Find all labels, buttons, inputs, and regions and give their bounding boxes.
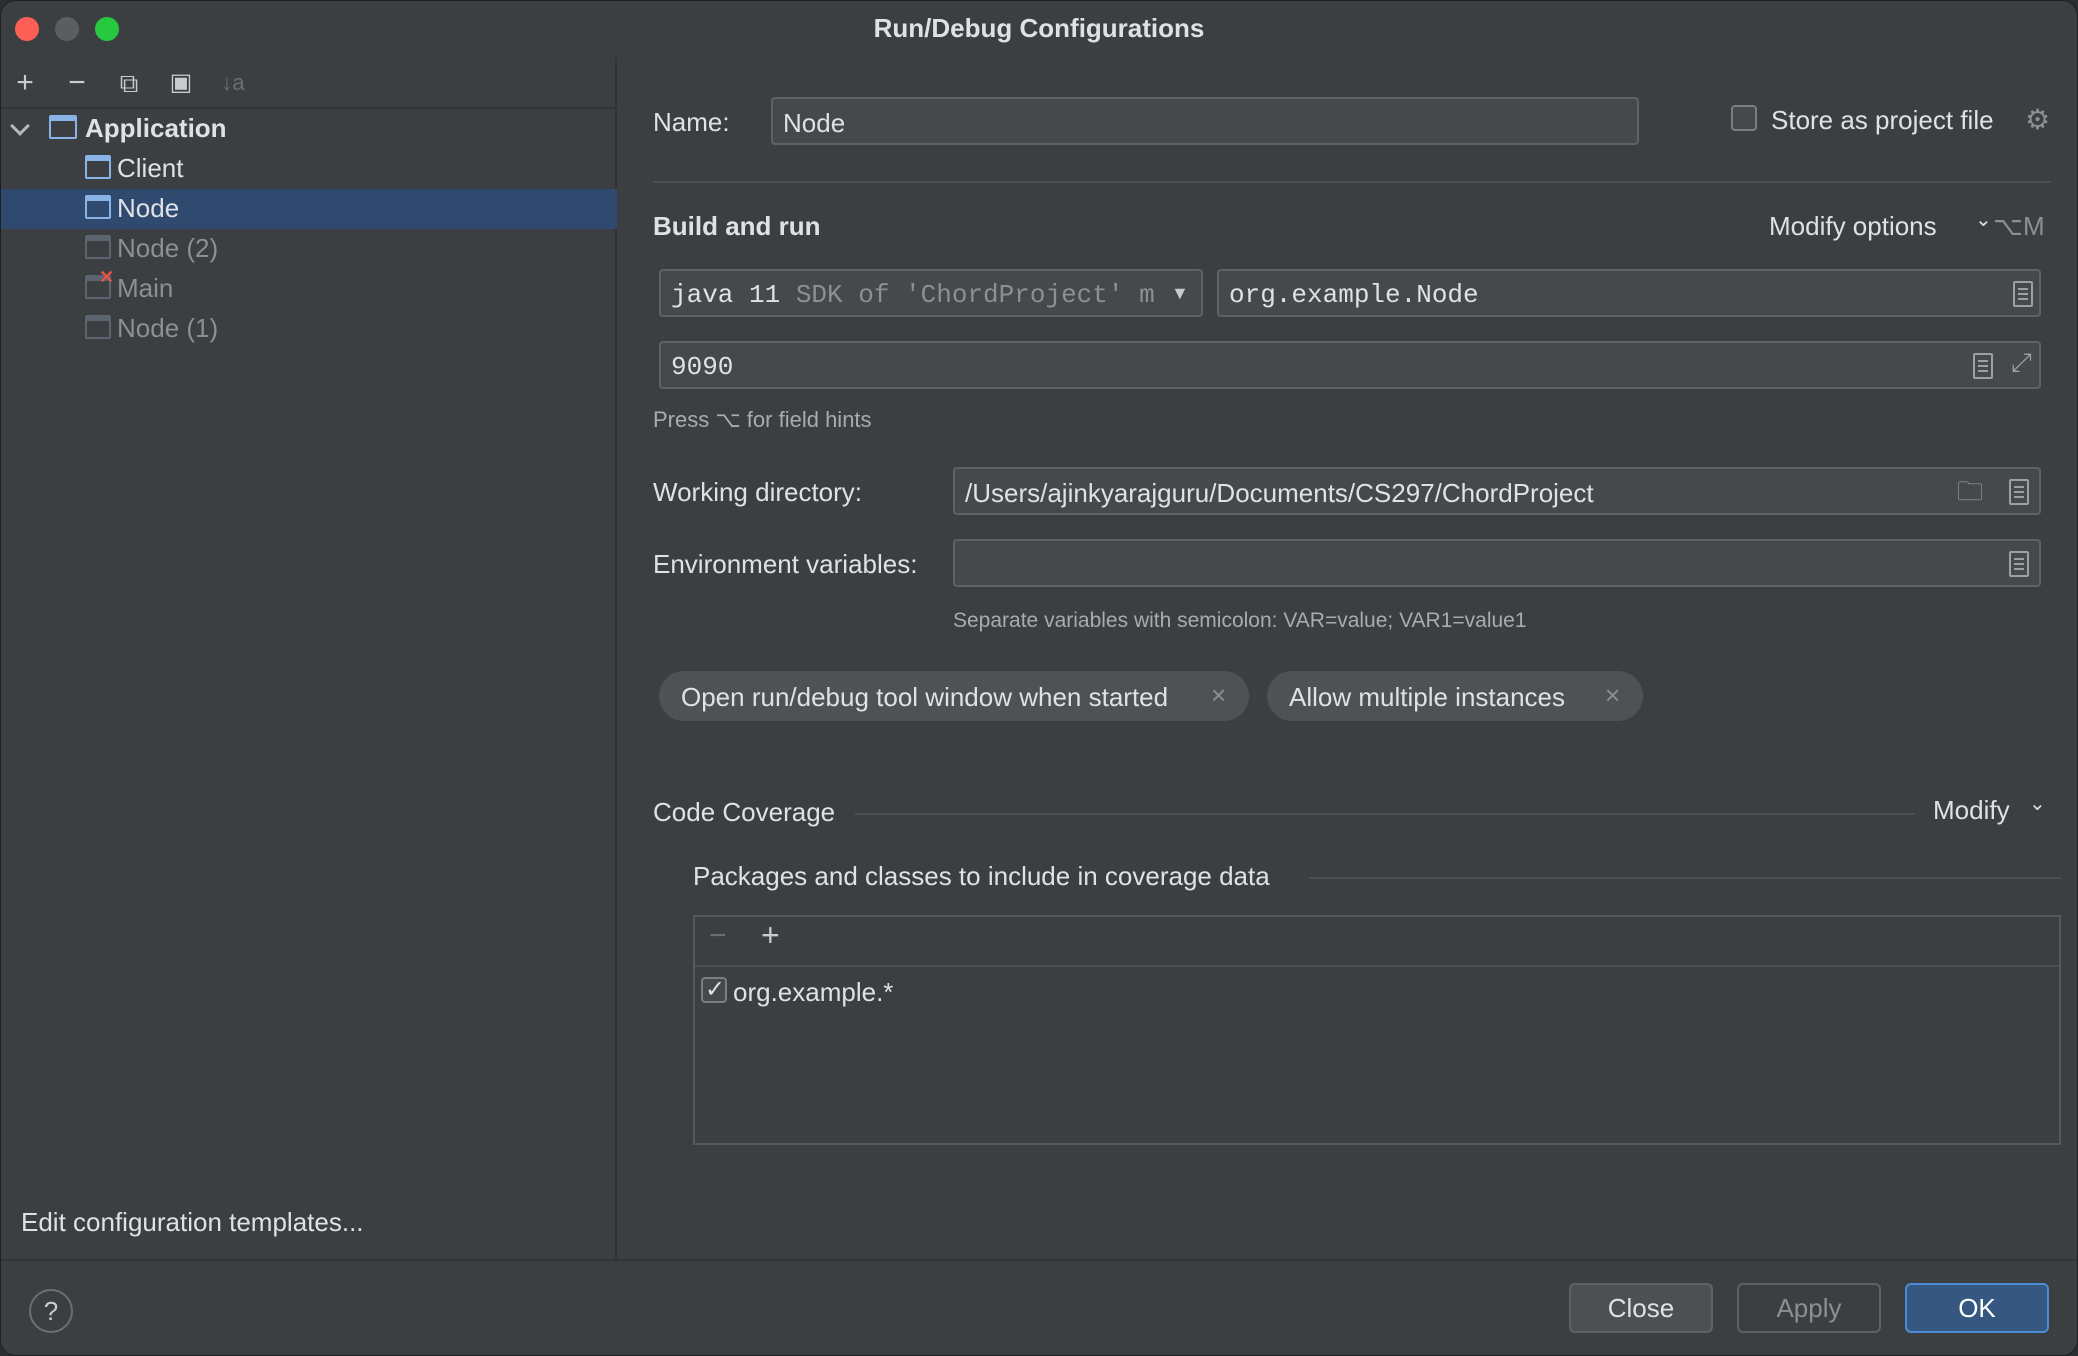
env-hint: Separate variables with semicolon: VAR=v… <box>953 609 1527 632</box>
window-title: Run/Debug Configurations <box>873 13 1205 43</box>
packages-table: − + org.example.* <box>693 915 2061 1145</box>
program-args-value: 9090 <box>671 352 734 382</box>
error-icon: ✕ <box>99 267 115 287</box>
store-as-project-checkbox[interactable] <box>1731 105 1757 131</box>
build-run-title: Build and run <box>653 211 821 241</box>
tree-item-label: Main <box>117 273 174 303</box>
chevron-down-icon[interactable]: ⌄ <box>2029 791 2046 816</box>
help-button[interactable]: ? <box>29 1289 73 1333</box>
edit-templates-link[interactable]: Edit configuration templates... <box>21 1207 364 1238</box>
add-config-icon[interactable]: + <box>7 65 43 101</box>
option-chip[interactable]: Open run/debug tool window when started … <box>659 671 1249 721</box>
chip-label: Allow multiple instances <box>1289 682 1566 712</box>
dropdown-arrow-icon[interactable]: ▼ <box>1171 283 1189 304</box>
env-field[interactable] <box>953 539 2041 587</box>
tree-group-label: Application <box>85 113 227 143</box>
insert-macro-icon[interactable] <box>1973 353 1993 379</box>
workdir-field[interactable]: /Users/ajinkyarajguru/Documents/CS297/Ch… <box>953 467 2041 515</box>
workdir-value: /Users/ajinkyarajguru/Documents/CS297/Ch… <box>965 478 1594 508</box>
separator <box>1309 877 2061 879</box>
tree-item-node-2[interactable]: Node (2) <box>1 229 617 269</box>
name-label: Name: <box>653 107 730 137</box>
dialog-footer: ? Close Apply OK <box>1 1259 2077 1355</box>
name-value: Node <box>783 108 846 138</box>
tree-item-main[interactable]: ✕ Main <box>1 267 617 309</box>
tree-item-label: Node (1) <box>117 313 219 343</box>
close-icon[interactable]: × <box>1211 680 1226 711</box>
remove-package-icon[interactable]: − <box>709 919 727 953</box>
title-bar: Run/Debug Configurations <box>1 1 2077 57</box>
gear-icon[interactable]: ⚙ <box>2025 103 2050 136</box>
config-sidebar: + − ⧉ ▣ ↓a Application Client Node Node … <box>1 57 617 1259</box>
new-folder-icon[interactable]: ▣ <box>163 65 199 101</box>
env-label: Environment variables: <box>653 549 918 579</box>
config-icon <box>85 315 111 339</box>
main-class-field[interactable]: org.example.Node <box>1217 269 2041 317</box>
config-icon <box>85 155 111 179</box>
tree-item-client[interactable]: Client <box>1 149 617 189</box>
coverage-modify-link[interactable]: Modify <box>1933 795 2010 826</box>
package-name: org.example.* <box>733 977 894 1007</box>
ok-button[interactable]: OK <box>1905 1283 2049 1333</box>
chevron-down-icon[interactable]: ⌄ <box>1975 207 1992 232</box>
edit-env-icon[interactable] <box>2009 551 2029 577</box>
sdk-hint: SDK of 'ChordProject' m <box>795 280 1155 310</box>
add-package-icon[interactable]: + <box>761 917 780 954</box>
modify-options-shortcut: ⌥M <box>1993 211 2045 241</box>
package-checkbox[interactable] <box>701 975 727 1004</box>
separator <box>695 965 2059 967</box>
config-icon <box>85 235 111 259</box>
run-debug-dialog: Run/Debug Configurations + − ⧉ ▣ ↓a Appl… <box>0 0 2078 1356</box>
modify-options-link[interactable]: Modify options <box>1769 211 1937 242</box>
option-chip[interactable]: Allow multiple instances × <box>1267 671 1643 721</box>
folder-icon[interactable]: 🗀 <box>1957 473 1983 517</box>
close-icon[interactable]: × <box>1605 680 1620 711</box>
chevron-down-icon[interactable] <box>10 116 30 136</box>
application-icon <box>49 115 77 139</box>
tree-item-node[interactable]: Node <box>1 189 617 229</box>
store-as-project-label: Store as project file <box>1771 105 1994 135</box>
apply-button[interactable]: Apply <box>1737 1283 1881 1333</box>
tree-group-application[interactable]: Application <box>1 109 617 149</box>
sidebar-toolbar: + − ⧉ ▣ ↓a <box>1 57 617 109</box>
sort-icon[interactable]: ↓a <box>215 65 251 101</box>
tree-item-label: Node <box>117 193 180 223</box>
remove-config-icon[interactable]: − <box>59 65 95 101</box>
coverage-title: Code Coverage <box>653 797 836 827</box>
chip-label: Open run/debug tool window when started <box>681 682 1169 712</box>
insert-macro-icon[interactable] <box>2009 479 2029 505</box>
config-icon <box>85 195 111 219</box>
sdk-main: java 11 <box>671 280 781 310</box>
separator <box>855 813 1915 815</box>
jre-select[interactable]: java 11 SDK of 'ChordProject' m ▼ <box>659 269 1203 317</box>
sdk-value: java 11 SDK of 'ChordProject' m <box>671 280 1155 310</box>
program-args-field[interactable]: 9090 ⤢ <box>659 341 2041 389</box>
tree-item-label: Client <box>117 153 184 183</box>
packages-title: Packages and classes to include in cover… <box>693 861 1270 891</box>
workdir-label: Working directory: <box>653 477 863 507</box>
name-field[interactable]: Node <box>771 97 1639 145</box>
copy-config-icon[interactable]: ⧉ <box>111 65 147 101</box>
separator <box>653 181 2051 183</box>
browse-class-icon[interactable] <box>2013 281 2033 307</box>
expand-icon[interactable]: ⤢ <box>2011 347 2032 379</box>
main-class-value: org.example.Node <box>1229 280 1479 310</box>
config-form: Name: Node Store as project file ⚙ Build… <box>619 57 2077 1259</box>
tree-item-label: Node (2) <box>117 233 219 263</box>
tree-item-node-1[interactable]: Node (1) <box>1 309 617 349</box>
field-hint: Press ⌥ for field hints <box>653 407 872 432</box>
close-button[interactable]: Close <box>1569 1283 1713 1333</box>
